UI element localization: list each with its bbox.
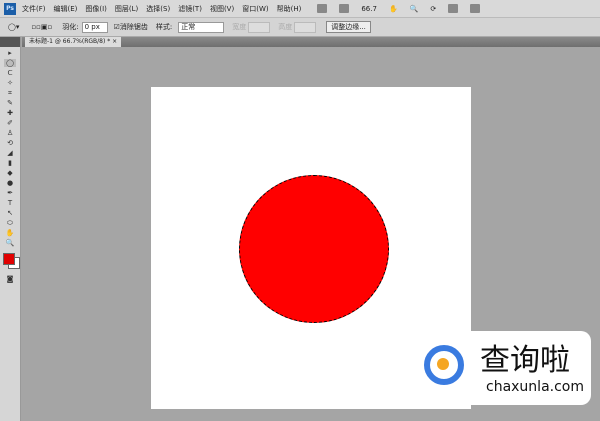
type-tool-icon[interactable]: T xyxy=(4,199,16,207)
rotate-view-icon[interactable]: ⟳ xyxy=(430,5,436,13)
feather-label: 羽化: xyxy=(62,23,79,31)
history-brush-tool-icon[interactable]: ⟲ xyxy=(4,139,16,147)
options-bar: ◯▾ ▫▫▣▫ 羽化: 0 px ☑ 消除锯齿 样式: 正常 宽度 高度 调整边… xyxy=(0,18,600,37)
quick-mask-icon[interactable]: ◙ xyxy=(4,275,16,283)
zoom-level-select[interactable]: 66.7 xyxy=(361,5,377,13)
width-label: 宽度 xyxy=(232,23,247,31)
magic-wand-tool-icon[interactable]: ✧ xyxy=(4,79,16,87)
search-logo-icon xyxy=(424,345,464,385)
red-circle-selection xyxy=(239,175,389,323)
height-label: 高度 xyxy=(278,23,293,31)
document-tab-bar: 未标题-1 @ 66.7%(RGB/8) * × xyxy=(22,37,600,47)
hand-icon[interactable]: ✋ xyxy=(389,5,398,13)
menu-image[interactable]: 图像(I) xyxy=(85,4,107,14)
crop-tool-icon[interactable]: ⌗ xyxy=(4,89,16,97)
toolbox-header[interactable] xyxy=(0,37,20,47)
color-swatches[interactable] xyxy=(0,251,20,273)
antialias-label: 消除锯齿 xyxy=(119,23,148,31)
toolbox: ▸ ◯ ᑕ ✧ ⌗ ✎ ✚ ✐ ♙ ⟲ ◢ ▮ ◆ ● ✒ T ↖ ⬭ ✋ 🔍 … xyxy=(0,37,21,421)
screen-mode-icon[interactable] xyxy=(339,4,350,13)
blur-tool-icon[interactable]: ◆ xyxy=(4,169,16,177)
foreground-color-swatch[interactable] xyxy=(3,253,15,265)
width-input[interactable] xyxy=(248,21,271,33)
eyedropper-tool-icon[interactable]: ✎ xyxy=(4,99,16,107)
lasso-tool-icon[interactable]: ᑕ xyxy=(4,69,16,77)
menu-view[interactable]: 视图(V) xyxy=(210,4,234,14)
zoom-tool-icon[interactable]: 🔍 xyxy=(4,239,16,247)
clone-stamp-tool-icon[interactable]: ♙ xyxy=(4,129,16,137)
brush-tool-icon[interactable]: ✐ xyxy=(4,119,16,127)
menu-filter[interactable]: 滤镜(T) xyxy=(178,4,202,14)
style-label: 样式: xyxy=(155,23,173,31)
ellipse-marquee-icon[interactable]: ◯▾ xyxy=(8,23,19,31)
selection-mode-icons[interactable]: ▫▫▣▫ xyxy=(31,23,52,31)
menu-layer[interactable]: 图层(L) xyxy=(115,4,138,14)
menu-select[interactable]: 选择(S) xyxy=(146,4,170,14)
refine-edge-button[interactable]: 调整边缘... xyxy=(326,21,371,33)
height-input[interactable] xyxy=(294,21,317,33)
menu-help[interactable]: 帮助(H) xyxy=(277,4,302,14)
document-tab-title: 未标题-1 @ 66.7%(RGB/8) * xyxy=(29,38,111,45)
bridge-icon[interactable] xyxy=(317,4,328,13)
dodge-tool-icon[interactable]: ● xyxy=(4,179,16,187)
healing-brush-tool-icon[interactable]: ✚ xyxy=(4,109,16,117)
feather-input[interactable]: 0 px xyxy=(81,21,108,33)
watermark-cn: 查询啦 xyxy=(480,343,570,378)
move-tool-icon[interactable]: ▸ xyxy=(4,49,16,57)
elliptical-marquee-tool-icon[interactable]: ◯ xyxy=(4,59,16,67)
eraser-tool-icon[interactable]: ◢ xyxy=(4,149,16,157)
menu-edit[interactable]: 编辑(E) xyxy=(54,4,78,14)
close-icon[interactable]: × xyxy=(112,38,117,45)
pen-tool-icon[interactable]: ✒ xyxy=(4,189,16,197)
path-selection-tool-icon[interactable]: ↖ xyxy=(4,209,16,217)
shape-tool-icon[interactable]: ⬭ xyxy=(4,219,16,227)
zoom-icon[interactable]: 🔍 xyxy=(410,5,419,13)
menu-bar: Ps 文件(F) 编辑(E) 图像(I) 图层(L) 选择(S) 滤镜(T) 视… xyxy=(0,0,600,18)
document-tab[interactable]: 未标题-1 @ 66.7%(RGB/8) * × xyxy=(25,37,122,47)
gradient-tool-icon[interactable]: ▮ xyxy=(4,159,16,167)
arrange-documents-icon[interactable] xyxy=(448,4,459,13)
hand-tool-icon[interactable]: ✋ xyxy=(4,229,16,237)
watermark-logo: 查询啦 chaxunla.com xyxy=(416,331,591,405)
menu-window[interactable]: 窗口(W) xyxy=(242,4,268,14)
watermark-en: chaxunla.com xyxy=(486,379,584,395)
menu-file[interactable]: 文件(F) xyxy=(22,4,46,14)
style-select[interactable]: 正常 xyxy=(178,21,225,33)
screen-mode-full-icon[interactable] xyxy=(470,4,481,13)
photoshop-logo: Ps xyxy=(4,2,16,15)
